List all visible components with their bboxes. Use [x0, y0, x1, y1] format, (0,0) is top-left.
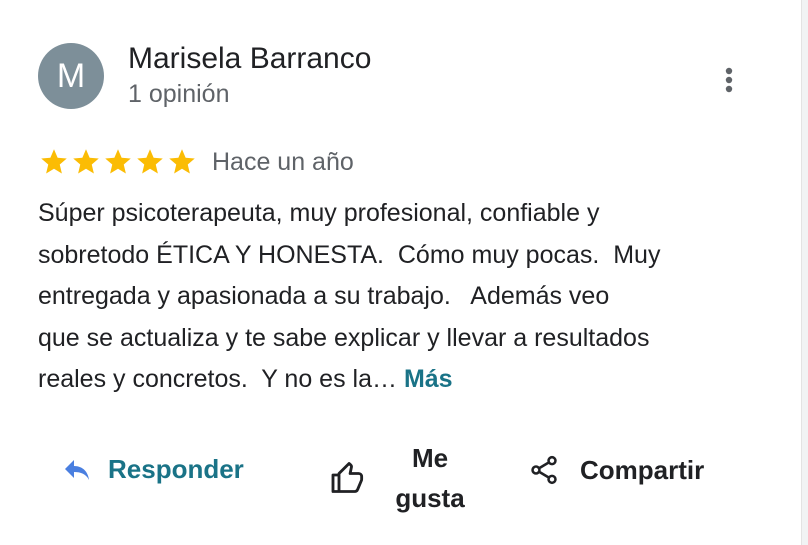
review-count: 1 opinión: [128, 80, 230, 108]
star-icon: [169, 149, 195, 174]
reply-icon: [65, 459, 89, 480]
author-name[interactable]: Marisela Barranco: [128, 42, 371, 76]
review-text-line: entregada y apasionada a su trabajo. Ade…: [38, 282, 610, 310]
star-icon: [73, 149, 99, 174]
star-icon: [105, 149, 131, 174]
star-icon: [41, 149, 67, 174]
star-icon: [137, 149, 163, 174]
avatar-letter: M: [56, 56, 86, 95]
thumb-up-icon: [331, 462, 364, 493]
like-label: Me gusta: [395, 443, 465, 513]
share-button[interactable]: Compartir: [528, 454, 704, 486]
more-options-button[interactable]: [714, 62, 744, 98]
reply-button[interactable]: Responder: [62, 454, 244, 485]
review-date: Hace un año: [212, 147, 354, 176]
review-text: Súper psicoterapeuta, muy profesional, c…: [38, 193, 768, 401]
review-text-line: sobretodo ÉTICA Y HONESTA. Cómo muy poca…: [38, 240, 661, 269]
reply-label: Responder: [108, 454, 244, 484]
review-text-line: que se actualiza y te sabe explicar y ll…: [38, 323, 650, 352]
scrollbar-track[interactable]: [801, 0, 808, 545]
star-rating: [38, 147, 198, 177]
share-label: Compartir: [580, 454, 705, 485]
avatar[interactable]: M: [38, 43, 104, 109]
review-text-line: reales y concretos. Y no es la…: [38, 365, 404, 393]
more-vert-icon: [725, 67, 733, 93]
more-link[interactable]: Más: [404, 365, 453, 393]
review-text-line: Súper psicoterapeuta, muy profesional, c…: [38, 199, 600, 227]
like-button[interactable]: Me gusta: [330, 438, 474, 518]
review-text-last-line: reales y concretos. Y no es la… Más: [38, 359, 768, 401]
rating-row: Hace un año: [38, 145, 354, 179]
share-icon: [531, 455, 557, 485]
review-actions: Responder Me gusta Compartir: [0, 430, 790, 530]
